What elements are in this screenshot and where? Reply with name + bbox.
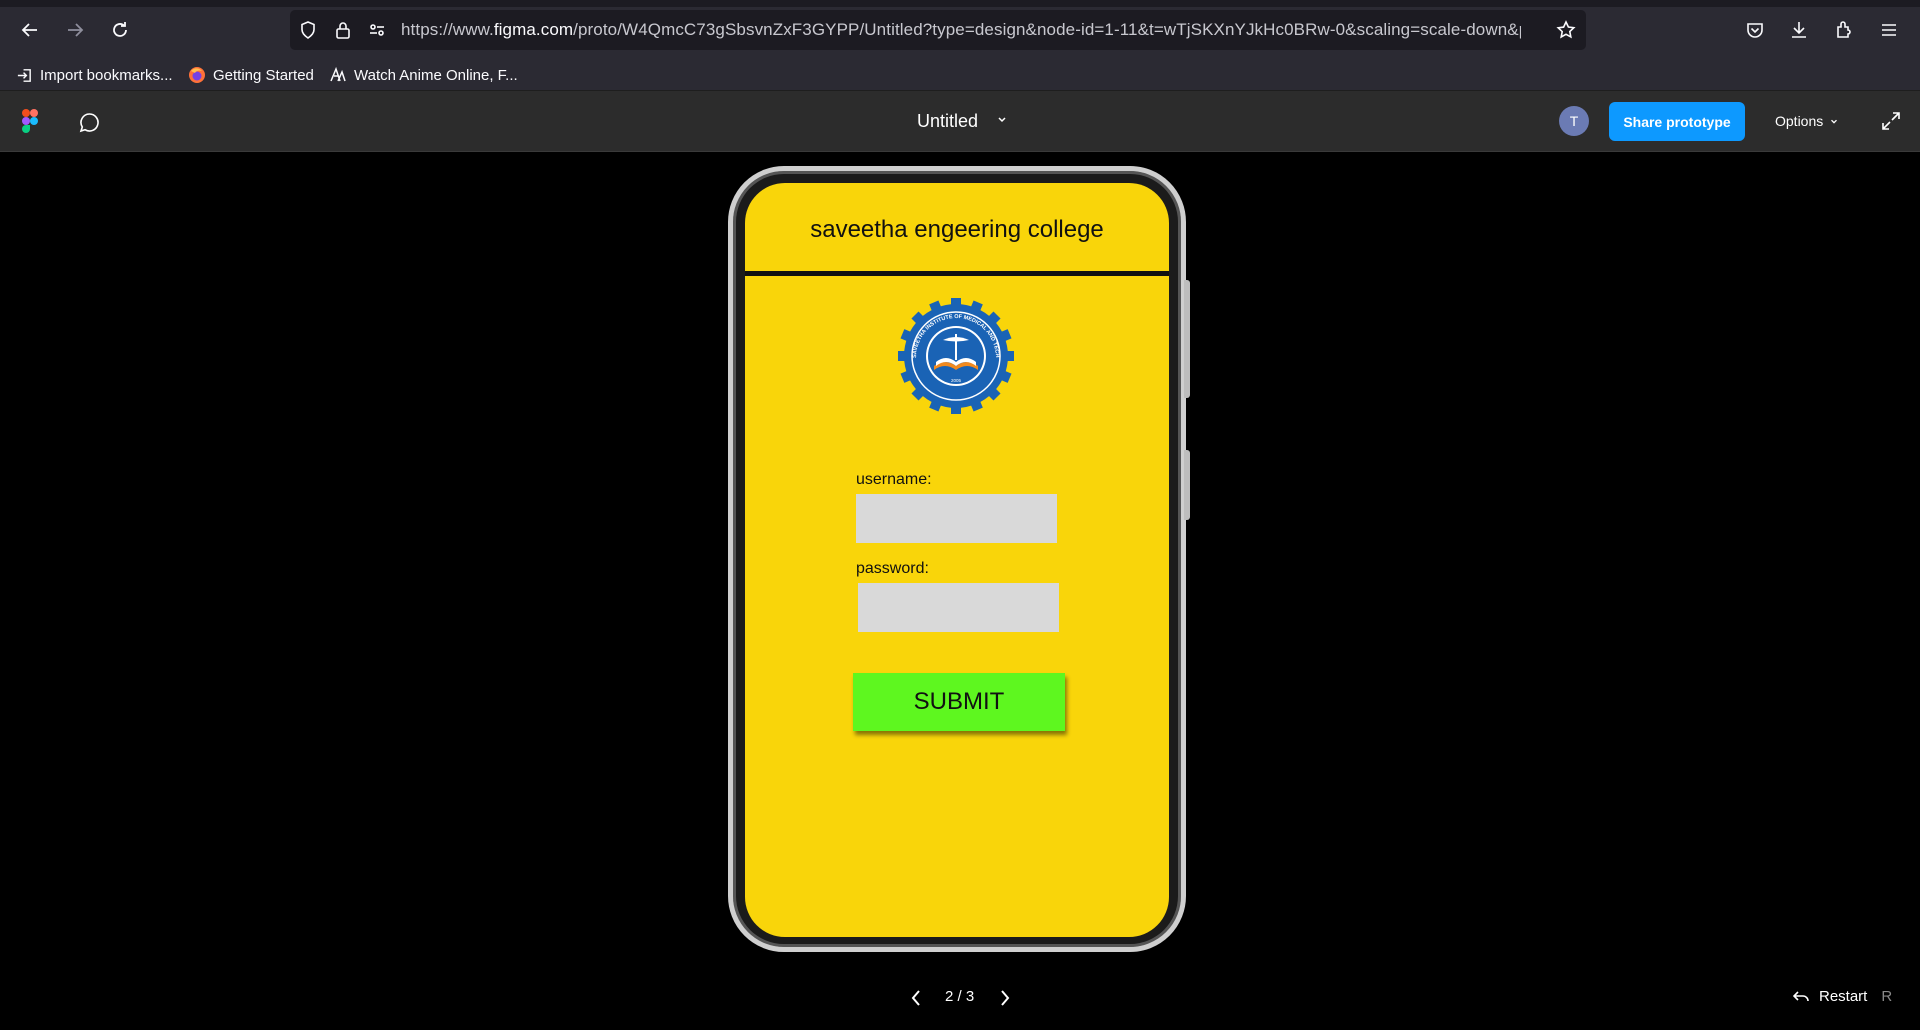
password-label: password: (856, 560, 929, 577)
bookmark-star-icon[interactable] (1556, 20, 1576, 40)
password-field[interactable] (858, 583, 1059, 632)
url-prefix: https://www. (401, 20, 494, 39)
reload-button[interactable] (106, 16, 134, 44)
header-divider (745, 271, 1169, 276)
bookmark-label: Import bookmarks... (40, 66, 173, 84)
restart-arrow-icon (1793, 990, 1809, 1001)
forward-button[interactable] (61, 16, 89, 44)
import-icon (15, 66, 33, 84)
bookmark-import[interactable]: Import bookmarks... (15, 64, 173, 86)
phone-side-button (1184, 280, 1190, 398)
downloads-icon[interactable] (1788, 19, 1810, 41)
bookmarks-bar: Import bookmarks... Getting Started Watc… (0, 60, 1920, 90)
bookmark-getting-started[interactable]: Getting Started (188, 64, 314, 86)
app-header: saveetha engeering college (745, 183, 1169, 271)
back-button[interactable] (16, 16, 44, 44)
figma-logo-icon[interactable] (22, 109, 38, 133)
college-logo: 2005 SAVEETHA INSTITUTE OF MEDICAL AND T… (896, 296, 1014, 414)
bookmark-anime[interactable]: Watch Anime Online, F... (329, 64, 518, 86)
comment-icon[interactable] (78, 111, 101, 134)
chevron-down-icon[interactable] (996, 113, 1008, 125)
browser-toolbar: https://www.figma.com/proto/W4QmcC73gSbs… (0, 0, 1920, 90)
avatar[interactable]: T (1559, 106, 1589, 136)
prototype-screen: saveetha engeering college 2005 SAVEETHA… (745, 183, 1169, 937)
figma-prototype-toolbar: Untitled T Share prototype Options (0, 90, 1920, 152)
lock-icon[interactable] (333, 20, 353, 40)
options-menu[interactable]: Options (1775, 113, 1839, 129)
url-domain: figma.com (493, 20, 574, 39)
fullscreen-icon[interactable] (1880, 110, 1902, 132)
bookmark-label: Watch Anime Online, F... (354, 66, 518, 84)
permissions-icon[interactable] (367, 20, 387, 40)
phone-side-button (1184, 450, 1190, 520)
college-title: saveetha engeering college (810, 216, 1104, 243)
shield-icon[interactable] (298, 20, 318, 40)
username-field[interactable] (856, 494, 1057, 543)
share-prototype-button[interactable]: Share prototype (1609, 102, 1745, 141)
url-text[interactable]: https://www.figma.com/proto/W4QmcC73gSbs… (401, 20, 1521, 40)
chevron-down-icon (1831, 119, 1838, 124)
frame-counter: 2 / 3 (945, 988, 975, 1005)
options-label: Options (1775, 113, 1824, 129)
firefox-icon (188, 66, 206, 84)
forward-arrow-icon (68, 23, 84, 37)
restart-label: Restart (1819, 988, 1868, 1005)
restart-button[interactable]: Restart R (1793, 988, 1892, 1005)
address-bar[interactable]: https://www.figma.com/proto/W4QmcC73gSbs… (290, 10, 1586, 50)
extensions-icon[interactable] (1833, 19, 1855, 41)
tab-strip (0, 0, 1920, 7)
pocket-icon[interactable] (1744, 19, 1766, 41)
restart-shortcut-key: R (1881, 988, 1893, 1005)
username-label: username: (856, 471, 932, 488)
reload-icon (113, 22, 127, 37)
next-frame-icon[interactable] (995, 986, 1015, 1010)
logo-year: 2005 (951, 378, 962, 383)
file-title[interactable]: Untitled (917, 111, 978, 132)
previous-frame-icon[interactable] (906, 986, 926, 1010)
menu-icon[interactable] (1878, 19, 1900, 41)
bookmark-label: Getting Started (213, 66, 314, 84)
anime-site-icon (329, 66, 347, 84)
back-arrow-icon (21, 23, 37, 37)
submit-button[interactable]: SUBMIT (853, 673, 1065, 731)
url-path: /proto/W4QmcC73gSbsvnZxF3GYPP/Untitled?t… (573, 20, 1521, 39)
